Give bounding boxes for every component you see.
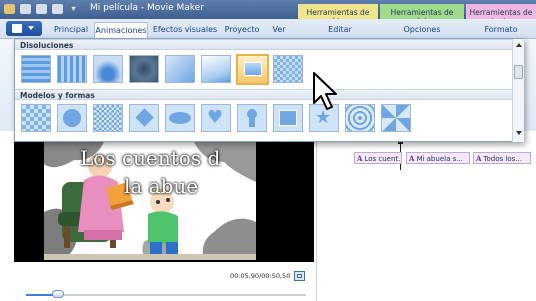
seek-bar[interactable] [26, 294, 306, 296]
tab-editar[interactable]: Editar [302, 22, 378, 39]
quick-access-dropdown-icon[interactable]: ▾ [68, 4, 79, 14]
transition-thumb-circle[interactable] [57, 104, 87, 132]
transition-thumb-grid[interactable] [93, 104, 123, 132]
transition-gallery: Disoluciones Modelos y formas ♥ ★ [14, 38, 524, 142]
ellipse-shape-icon [169, 112, 191, 124]
transition-thumb-heart[interactable]: ♥ [201, 104, 231, 132]
heart-shape-icon: ♥ [207, 107, 224, 128]
transition-thumb-pinwheel[interactable] [381, 104, 411, 132]
transition-thumb-checker[interactable] [21, 104, 51, 132]
mouse-pointer-icon [313, 72, 337, 110]
diamond-shape-icon [135, 108, 154, 127]
scroll-up-icon[interactable] [516, 43, 522, 47]
text-clip[interactable]: A Todos los... [473, 152, 531, 164]
transition-thumb-pixelate[interactable] [273, 55, 303, 83]
fullscreen-button[interactable] [294, 271, 305, 281]
text-clip-icon: A [357, 154, 363, 163]
rectangle-shape-icon [279, 110, 297, 126]
text-clip-icon: A [409, 154, 415, 163]
tab-efectos-visuales[interactable]: Efectos visuales [152, 22, 218, 39]
window-title: Mi película - Movie Maker [90, 3, 204, 13]
file-menu-icon [12, 24, 22, 33]
video-preview[interactable]: Los cuentos d la abue [14, 142, 314, 262]
selected-thumb-picture [244, 62, 262, 76]
transition-thumb-bars-vertical[interactable] [57, 55, 87, 83]
transition-thumb-dots[interactable] [345, 104, 375, 132]
file-menu-button[interactable] [6, 21, 42, 36]
tab-ver[interactable]: Ver [266, 22, 292, 39]
undo-icon[interactable] [36, 4, 47, 14]
section-title-disoluciones: Disoluciones [15, 39, 512, 50]
caption-line-2: la abue [124, 174, 199, 198]
seek-thumb[interactable] [52, 290, 64, 298]
text-clip[interactable]: A Los cuent... [354, 152, 402, 164]
transition-thumb-crossfade[interactable] [165, 55, 195, 83]
pane-divider[interactable] [316, 131, 317, 301]
caption-line-1: Los cuentos d [80, 146, 221, 170]
keyhole-stem [249, 117, 255, 127]
transition-thumb-selected[interactable] [236, 54, 269, 85]
transition-thumb-diamond[interactable] [129, 104, 159, 132]
save-icon[interactable] [20, 4, 31, 14]
transition-thumb-keyhole[interactable] [237, 104, 267, 132]
timecode: 00:05,90/00:50,50 [230, 272, 291, 280]
transition-thumb-ellipse[interactable] [165, 104, 195, 132]
transition-thumb-fade-black[interactable] [129, 55, 159, 83]
text-clip-label: Todos los... [483, 155, 522, 163]
app-icon [4, 4, 15, 14]
text-clip-label: Mi abuela s... [416, 155, 463, 163]
fullscreen-icon [297, 274, 302, 278]
chevron-down-icon [28, 26, 34, 30]
gallery-scrollbar[interactable] [512, 39, 524, 142]
transition-thumb-rectangle[interactable] [273, 104, 303, 132]
tab-principal[interactable]: Principal [52, 22, 90, 39]
section-title-modelos-y-formas: Modelos y formas [15, 89, 512, 100]
transition-thumb-bars-horizontal[interactable] [21, 55, 51, 83]
scroll-down-icon[interactable] [516, 131, 522, 135]
transition-thumb-fade-person[interactable] [93, 55, 123, 83]
tab-proyecto[interactable]: Proyecto [222, 22, 262, 39]
ribbon-tab-bar: Principal Animaciones Efectos visuales P… [0, 19, 536, 39]
transition-thumb-fade-white[interactable] [201, 55, 231, 83]
tab-formato[interactable]: Formato [466, 22, 536, 39]
text-clip[interactable]: A Mi abuela s... [406, 152, 470, 164]
text-clip-label: Los cuent... [364, 155, 402, 163]
text-clip-icon: A [476, 154, 482, 163]
circle-shape-icon [63, 109, 81, 127]
tab-animaciones[interactable]: Animaciones [94, 22, 148, 39]
redo-icon[interactable] [52, 4, 63, 14]
tab-opciones[interactable]: Opciones [380, 22, 464, 39]
scroll-thumb[interactable] [514, 65, 523, 79]
resize-grip[interactable] [261, 141, 279, 144]
